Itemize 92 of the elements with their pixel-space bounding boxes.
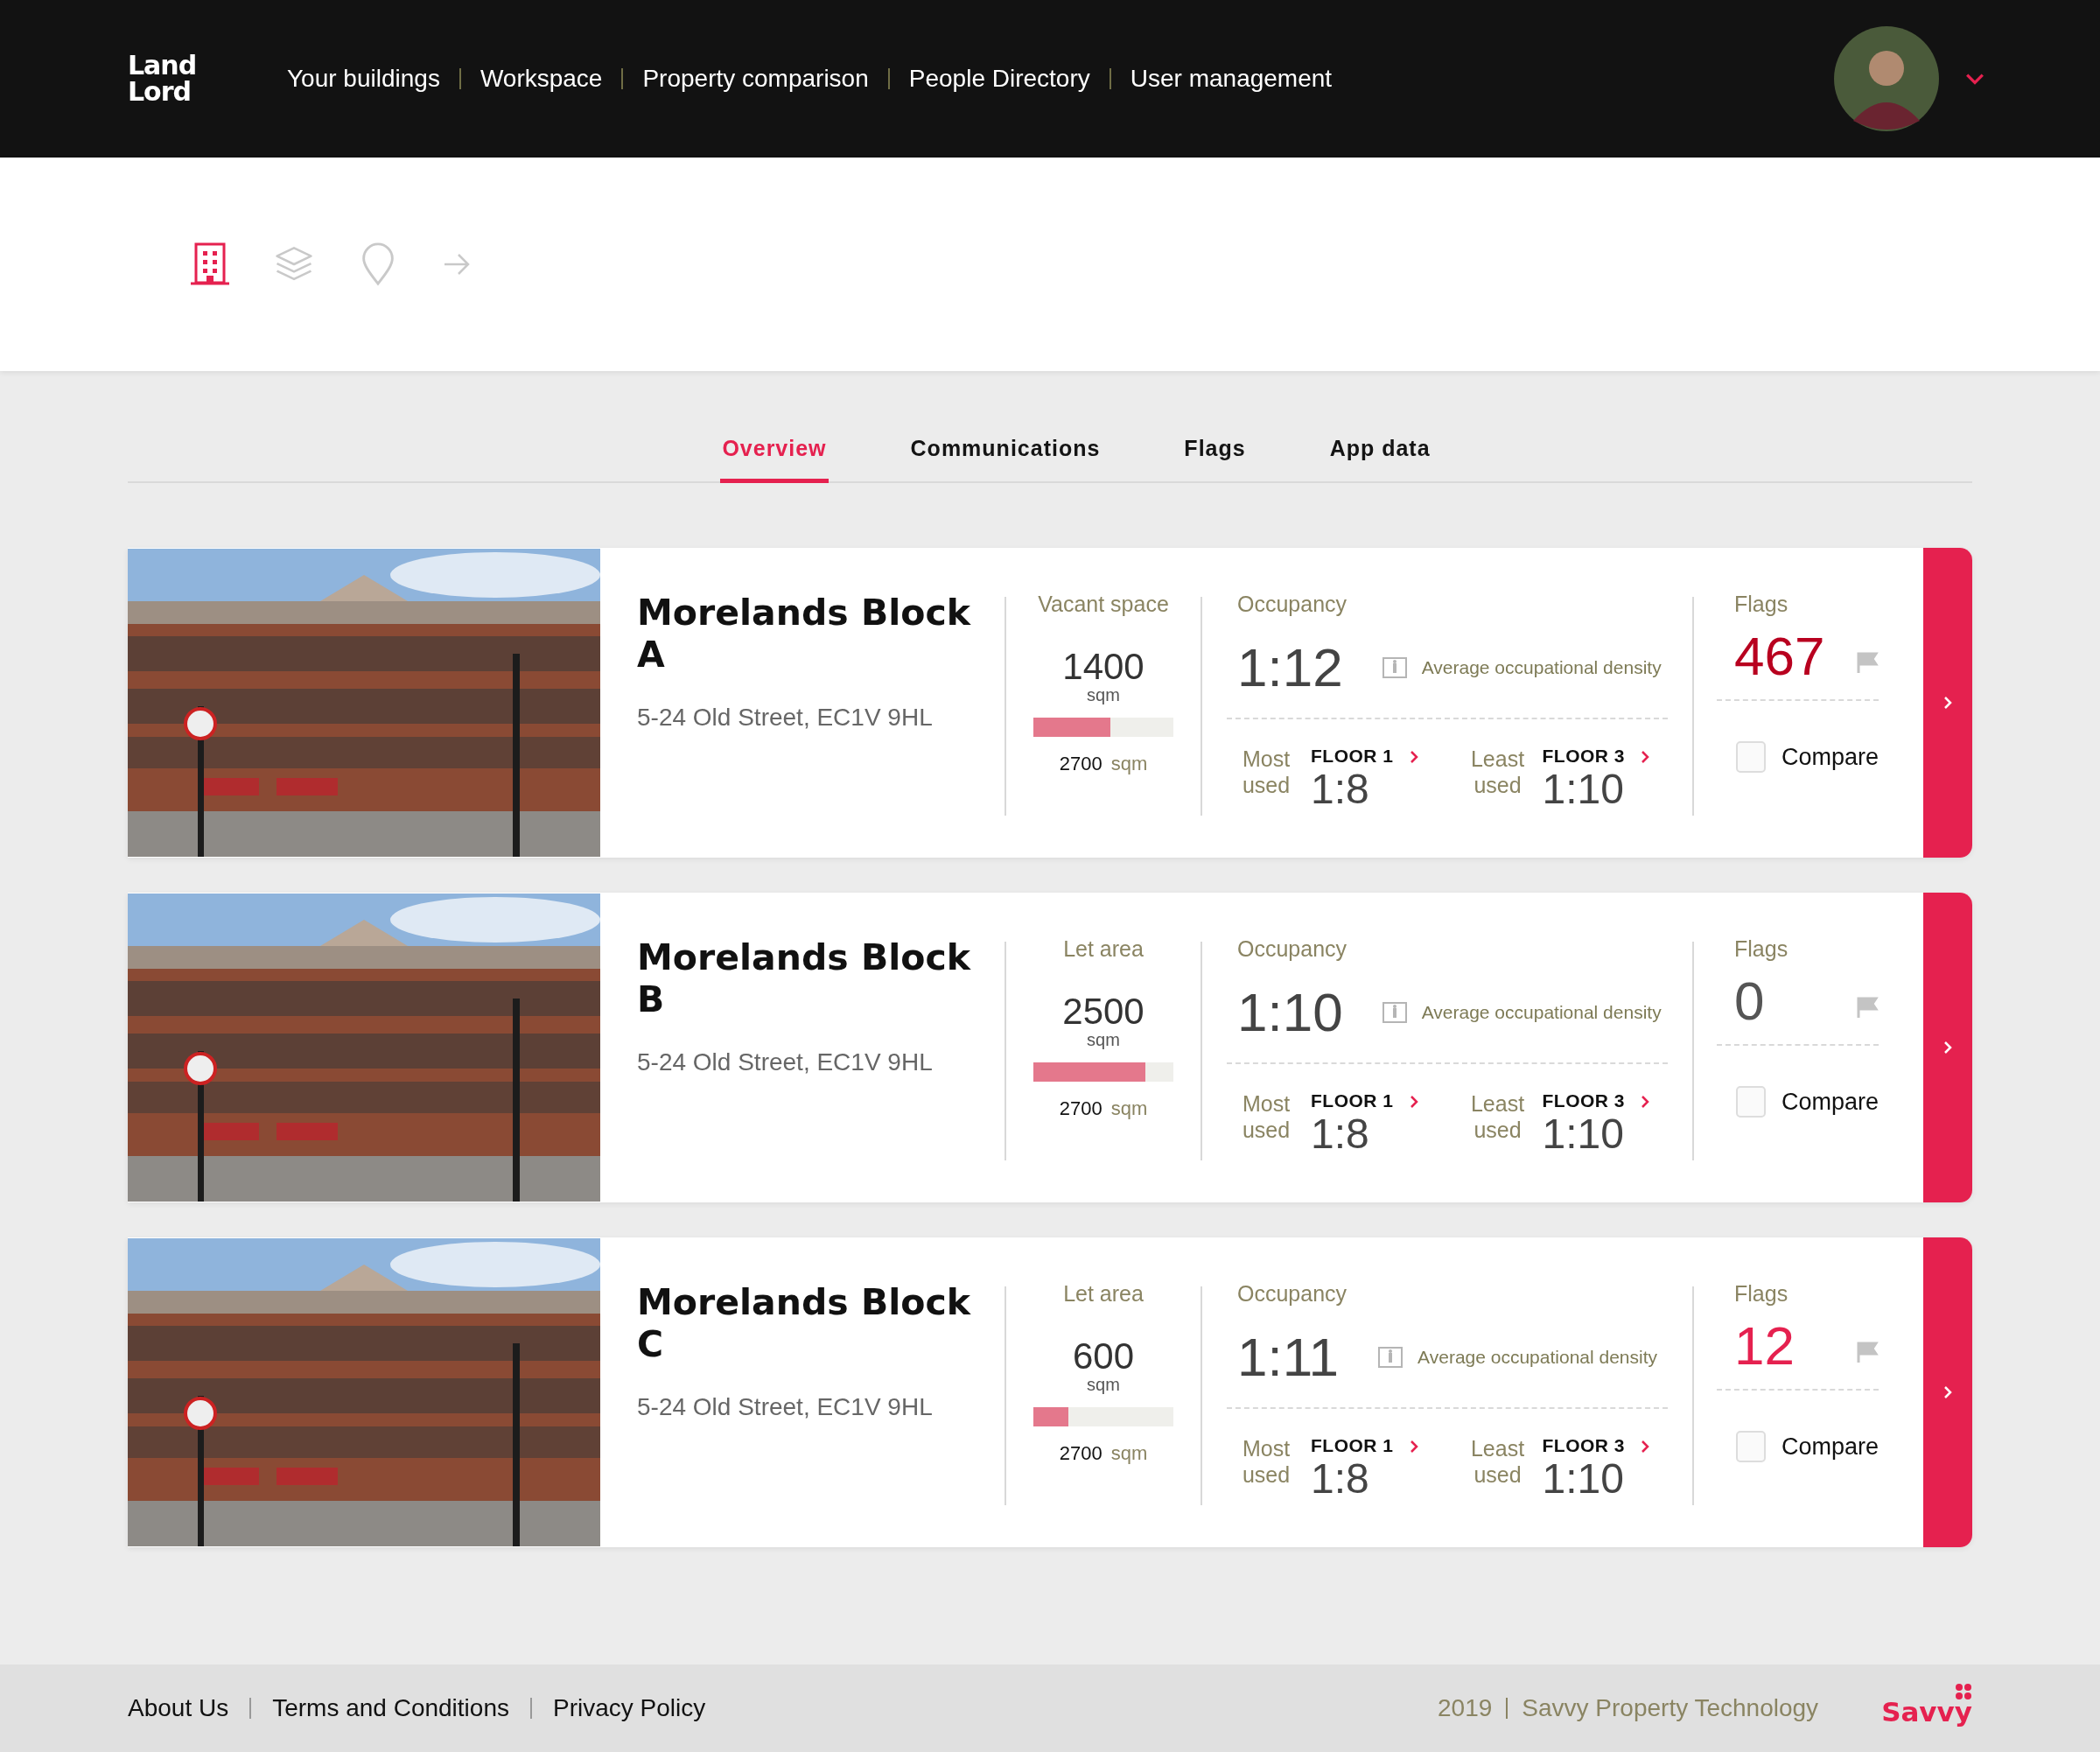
nav-link[interactable]: Property comparison bbox=[642, 65, 869, 93]
floor-link[interactable]: FLOOR 1 bbox=[1311, 1435, 1394, 1456]
floor-link[interactable]: FLOOR 3 bbox=[1542, 746, 1626, 767]
footer-link[interactable]: Terms and Conditions bbox=[272, 1694, 509, 1722]
dots-icon bbox=[1955, 1682, 1972, 1700]
occupancy-ratio: 1:10 bbox=[1237, 981, 1343, 1043]
tab[interactable]: Overview bbox=[720, 420, 829, 483]
building-name: Morelands Block C bbox=[637, 1281, 972, 1365]
flags-label: Flags bbox=[1734, 592, 1789, 617]
footer-link[interactable]: About Us bbox=[128, 1694, 229, 1722]
total-area: 2700 bbox=[1059, 753, 1102, 775]
density-label: Average occupational density bbox=[1421, 656, 1662, 678]
space-unit: sqm bbox=[1087, 1375, 1120, 1395]
chevron-right-icon bbox=[1943, 1385, 1952, 1399]
building-address: 5-24 Old Street, EC1V 9HL bbox=[637, 704, 934, 732]
total-unit: sqm bbox=[1110, 753, 1148, 775]
building-name: Morelands Block A bbox=[637, 592, 972, 676]
flag-icon bbox=[1856, 1341, 1879, 1363]
compare-label: Compare bbox=[1781, 743, 1879, 771]
footer-link[interactable]: Privacy Policy bbox=[553, 1694, 706, 1722]
copyright-year: 2019 bbox=[1438, 1694, 1493, 1722]
total-unit: sqm bbox=[1110, 1097, 1148, 1120]
flag-count: 0 bbox=[1734, 974, 1765, 1028]
chevron-right-icon[interactable] bbox=[1409, 1440, 1418, 1454]
flag-count: 467 bbox=[1734, 629, 1825, 683]
floor-ratio: 1:8 bbox=[1311, 1458, 1370, 1500]
total-unit: sqm bbox=[1110, 1442, 1148, 1465]
floor-link[interactable]: FLOOR 3 bbox=[1542, 1090, 1626, 1111]
avatar[interactable] bbox=[1834, 26, 1939, 131]
nav-link[interactable]: People Directory bbox=[908, 65, 1090, 93]
tab[interactable]: App data bbox=[1327, 420, 1432, 483]
company-name: Savvy Property Technology bbox=[1522, 1694, 1819, 1722]
most-used-label: Most used bbox=[1241, 746, 1292, 798]
flag-count: 12 bbox=[1734, 1319, 1795, 1373]
floor-link[interactable]: FLOOR 3 bbox=[1542, 1435, 1626, 1456]
floor-ratio: 1:10 bbox=[1542, 1458, 1625, 1500]
total-area: 2700 bbox=[1059, 1097, 1102, 1120]
logo: Savvy bbox=[1881, 1698, 1972, 1726]
least-used-label: Least used bbox=[1469, 746, 1526, 798]
chevron-right-icon[interactable] bbox=[1641, 1440, 1650, 1454]
building-name: Morelands Block B bbox=[637, 936, 972, 1020]
occupancy-label: Occupancy bbox=[1237, 592, 1348, 617]
floor-ratio: 1:10 bbox=[1542, 1113, 1625, 1155]
chevron-right-icon[interactable] bbox=[1409, 1095, 1418, 1109]
nav-link[interactable]: Your buildings bbox=[287, 65, 440, 93]
occupancy-ratio: 1:11 bbox=[1237, 1326, 1340, 1388]
space-value: 1400 bbox=[1062, 648, 1144, 685]
space-label: Let area bbox=[1063, 1281, 1144, 1307]
most-used-label: Most used bbox=[1241, 1090, 1292, 1143]
chevron-right-icon[interactable] bbox=[1641, 1095, 1650, 1109]
space-value: 2500 bbox=[1062, 993, 1144, 1030]
space-value: 600 bbox=[1072, 1338, 1135, 1375]
occupancy-ratio: 1:12 bbox=[1237, 636, 1343, 698]
floor-ratio: 1:8 bbox=[1311, 1113, 1370, 1155]
space-label: Let area bbox=[1063, 936, 1144, 962]
most-used-label: Most used bbox=[1241, 1435, 1292, 1488]
chevron-down-icon[interactable] bbox=[1965, 73, 1984, 85]
chevron-right-icon bbox=[1943, 696, 1952, 710]
flags-label: Flags bbox=[1734, 936, 1789, 962]
space-unit: sqm bbox=[1087, 685, 1120, 705]
floor-link[interactable]: FLOOR 1 bbox=[1311, 1090, 1394, 1111]
compare-label: Compare bbox=[1781, 1433, 1879, 1461]
flag-icon bbox=[1856, 651, 1879, 674]
logo: Land Lord bbox=[128, 53, 198, 105]
space-label: Vacant space bbox=[1038, 592, 1169, 617]
tab[interactable]: Flags bbox=[1182, 420, 1248, 483]
nav-link[interactable]: User management bbox=[1130, 65, 1333, 93]
chevron-right-icon[interactable] bbox=[1641, 750, 1650, 764]
floor-ratio: 1:8 bbox=[1311, 768, 1370, 810]
flag-icon bbox=[1856, 996, 1879, 1019]
compare-checkbox[interactable] bbox=[1736, 741, 1766, 773]
building-icon[interactable] bbox=[191, 242, 229, 286]
building-address: 5-24 Old Street, EC1V 9HL bbox=[637, 1393, 934, 1421]
flags-label: Flags bbox=[1734, 1281, 1789, 1307]
building-address: 5-24 Old Street, EC1V 9HL bbox=[637, 1048, 934, 1076]
tab[interactable]: Communications bbox=[908, 420, 1102, 483]
nav-link[interactable]: Workspace bbox=[480, 65, 603, 93]
floor-ratio: 1:10 bbox=[1542, 768, 1625, 810]
occupancy-label: Occupancy bbox=[1237, 936, 1348, 962]
compare-checkbox[interactable] bbox=[1736, 1431, 1766, 1462]
least-used-label: Least used bbox=[1469, 1435, 1526, 1488]
total-area: 2700 bbox=[1059, 1442, 1102, 1465]
density-label: Average occupational density bbox=[1421, 1001, 1662, 1023]
compare-checkbox[interactable] bbox=[1736, 1086, 1766, 1118]
floor-link[interactable]: FLOOR 1 bbox=[1311, 746, 1394, 767]
chevron-right-icon bbox=[1943, 1041, 1952, 1055]
chevron-right-icon[interactable] bbox=[1409, 750, 1418, 764]
compare-label: Compare bbox=[1781, 1088, 1879, 1116]
density-label: Average occupational density bbox=[1418, 1346, 1658, 1368]
least-used-label: Least used bbox=[1469, 1090, 1526, 1143]
occupancy-label: Occupancy bbox=[1237, 1281, 1348, 1307]
space-unit: sqm bbox=[1087, 1030, 1120, 1050]
